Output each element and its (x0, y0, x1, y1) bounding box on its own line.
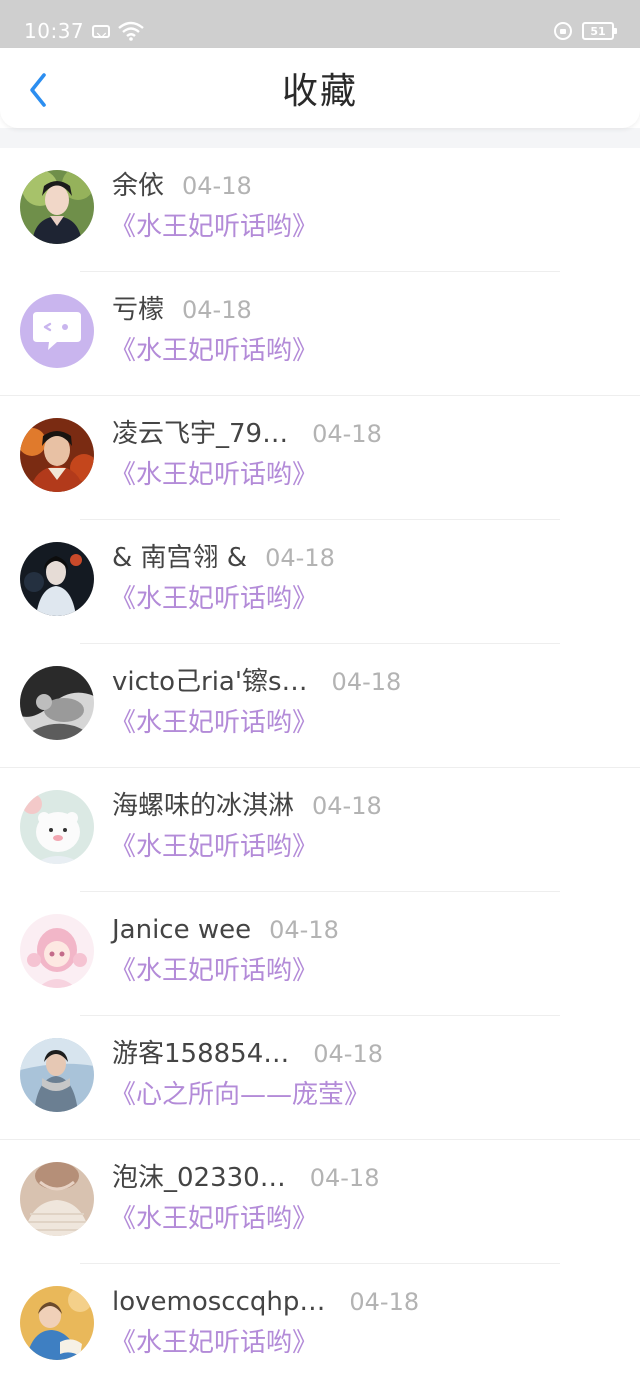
name-row: 海螺味的冰淇淋 04-18 (112, 790, 382, 822)
user-name: 凌云飞宇_79… (112, 419, 289, 449)
book-title[interactable]: 《水王妃听话哟》 (110, 458, 318, 492)
list-item[interactable]: 游客158854… 04-18 《心之所向——庞莹》 (0, 1016, 640, 1140)
chat-bubble-icon (33, 312, 81, 350)
book-title[interactable]: 《水王妃听话哟》 (110, 1202, 318, 1236)
list-item[interactable]: 余依 04-18 《水王妃听话哟》 (0, 148, 640, 272)
list-item[interactable]: victo己ria'镲s… 04-18 《水王妃听话哟》 (0, 644, 640, 768)
date: 04-18 (313, 1040, 384, 1068)
avatar[interactable] (20, 1162, 94, 1236)
name-row: lovemosccqhp… 04-18 (112, 1286, 419, 1318)
battery-icon: 51 (582, 22, 617, 40)
header-gap (0, 128, 640, 148)
user-name: 余依 (112, 171, 165, 201)
wifi-icon (118, 21, 144, 41)
favorites-list: 余依 04-18 《水王妃听话哟》 亏檬 04-18 《水王妃听话哟》 凌云飞宇… (0, 148, 640, 1388)
user-name: & 南宫翎 & (112, 543, 248, 573)
status-bar: 10:37 51 (0, 0, 640, 48)
date: 04-18 (349, 1288, 420, 1316)
name-row: 凌云飞宇_79… 04-18 (112, 418, 382, 450)
avatar[interactable] (20, 170, 94, 244)
name-row: 余依 04-18 (112, 170, 252, 202)
notification-icon (92, 24, 111, 38)
rotation-lock-icon (554, 22, 572, 40)
avatar[interactable] (20, 1286, 94, 1360)
book-title[interactable]: 《心之所向——庞莹》 (110, 1078, 370, 1112)
user-name: 泡沫_02330… (112, 1163, 286, 1193)
user-name: Janice wee (112, 915, 252, 945)
status-left: 10:37 (24, 21, 144, 41)
status-time: 10:37 (24, 19, 85, 43)
status-right: 51 (554, 22, 617, 40)
avatar[interactable] (20, 666, 94, 740)
date: 04-18 (182, 296, 252, 324)
book-title[interactable]: 《水王妃听话哟》 (110, 334, 318, 368)
name-row: 游客158854… 04-18 (112, 1038, 383, 1070)
list-item[interactable]: Janice wee 04-18 《水王妃听话哟》 (0, 892, 640, 1016)
book-title[interactable]: 《水王妃听话哟》 (110, 954, 318, 988)
avatar[interactable] (20, 294, 94, 368)
name-row: Janice wee 04-18 (112, 914, 339, 946)
list-item[interactable]: 凌云飞宇_79… 04-18 《水王妃听话哟》 (0, 396, 640, 520)
list-item[interactable]: lovemosccqhp… 04-18 《水王妃听话哟》 (0, 1264, 640, 1388)
date: 04-18 (312, 792, 382, 820)
user-name: 游客158854… (112, 1039, 290, 1069)
name-row: victo己ria'镲s… 04-18 (112, 666, 401, 698)
user-name: 亏檬 (112, 295, 165, 325)
date: 04-18 (269, 916, 339, 944)
page-title: 收藏 (281, 71, 358, 112)
list-item[interactable]: 泡沫_02330… 04-18 《水王妃听话哟》 (0, 1140, 640, 1264)
list-item[interactable]: 海螺味的冰淇淋 04-18 《水王妃听话哟》 (0, 768, 640, 892)
user-name: 海螺味的冰淇淋 (112, 791, 295, 821)
avatar[interactable] (20, 790, 94, 864)
date: 04-18 (182, 172, 252, 200)
book-title[interactable]: 《水王妃听话哟》 (110, 582, 318, 616)
user-name: victo己ria'镲s… (112, 667, 308, 697)
user-name: lovemosccqhp… (112, 1287, 326, 1317)
battery-level: 51 (590, 24, 606, 38)
book-title[interactable]: 《水王妃听话哟》 (110, 706, 318, 740)
name-row: 亏檬 04-18 (112, 294, 252, 326)
name-row: 泡沫_02330… 04-18 (112, 1162, 379, 1194)
avatar[interactable] (20, 418, 94, 492)
date: 04-18 (331, 668, 402, 696)
header-bar: 收藏 (0, 48, 640, 128)
date: 04-18 (309, 1164, 380, 1192)
book-title[interactable]: 《水王妃听话哟》 (110, 830, 318, 864)
name-row: & 南宫翎 & 04-18 (112, 542, 335, 574)
list-item[interactable]: & 南宫翎 & 04-18 《水王妃听话哟》 (0, 520, 640, 644)
date: 04-18 (265, 544, 335, 572)
book-title[interactable]: 《水王妃听话哟》 (110, 210, 318, 244)
list-item[interactable]: 亏檬 04-18 《水王妃听话哟》 (0, 272, 640, 396)
avatar[interactable] (20, 914, 94, 988)
avatar[interactable] (20, 1038, 94, 1112)
book-title[interactable]: 《水王妃听话哟》 (110, 1326, 318, 1360)
avatar[interactable] (20, 542, 94, 616)
date: 04-18 (312, 420, 382, 448)
